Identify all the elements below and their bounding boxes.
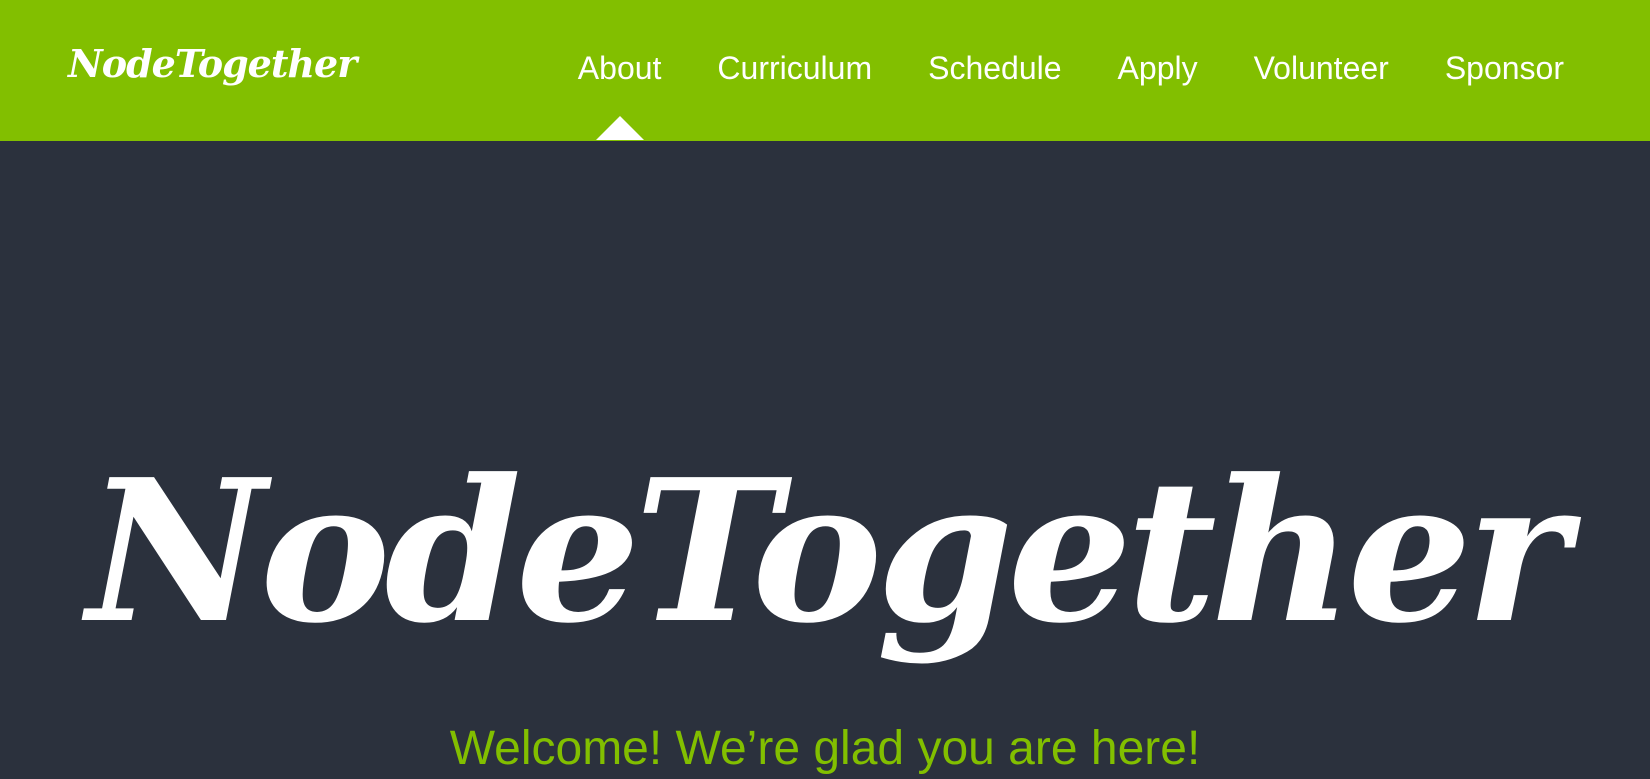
top-navbar: NodeTogether About Curriculum Schedule A… bbox=[0, 0, 1650, 141]
brand-logo[interactable]: NodeTogether bbox=[68, 34, 357, 94]
nav-link-schedule[interactable]: Schedule bbox=[928, 48, 1061, 94]
nav-link-sponsor[interactable]: Sponsor bbox=[1445, 48, 1564, 94]
nav-link-apply[interactable]: Apply bbox=[1118, 48, 1198, 94]
main-nav: About Curriculum Schedule Apply Voluntee… bbox=[522, 0, 1564, 141]
hero-section: NodeTogether Welcome! We’re glad you are… bbox=[0, 141, 1650, 775]
hero-logo-text: NodeTogether bbox=[86, 437, 1569, 668]
nav-link-volunteer[interactable]: Volunteer bbox=[1254, 48, 1389, 94]
nav-link-curriculum[interactable]: Curriculum bbox=[717, 48, 872, 94]
nav-link-about[interactable]: About bbox=[578, 48, 662, 94]
hero-tagline: Welcome! We’re glad you are here! bbox=[449, 722, 1201, 775]
